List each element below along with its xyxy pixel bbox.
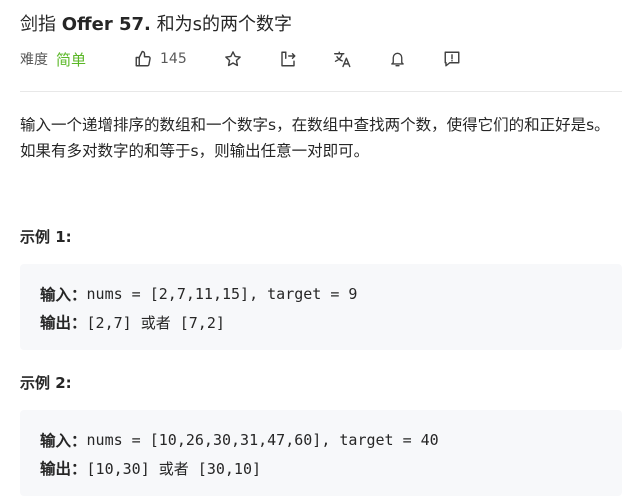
- problem-description: 输入一个递增排序的数组和一个数字s，在数组中查找两个数，使得它们的和正好是s。如…: [20, 116, 610, 160]
- example-2-input-line: 输入： nums = [10,26,30,31,47,60], target = …: [40, 426, 439, 454]
- example-2-output-label: 输出：: [40, 460, 87, 478]
- example-2-block: 输入： nums = [10,26,30,31,47,60], target = …: [20, 410, 622, 496]
- feedback-button[interactable]: [443, 46, 461, 72]
- header-divider: [20, 91, 622, 92]
- example-1-heading: 示例 1:: [20, 228, 72, 246]
- like-count: 145: [160, 51, 187, 67]
- like-button[interactable]: 145: [134, 46, 187, 72]
- favorite-button[interactable]: [224, 46, 242, 72]
- problem-title: 剑指 Offer 57. 和为s的两个数字: [20, 10, 292, 36]
- title-prefix: 剑指: [20, 14, 62, 35]
- difficulty-badge: 简单: [56, 50, 87, 69]
- example-1-input-line: 输入： nums = [2,7,11,15], target = 9: [40, 280, 357, 308]
- translate-icon: [334, 51, 351, 68]
- title-name: 和为s的两个数字: [150, 14, 292, 35]
- example-2-output-line: 输出： [10,30] 或者 [30,10]: [40, 454, 261, 482]
- translate-button[interactable]: [333, 46, 353, 72]
- star-icon: [225, 51, 241, 67]
- bell-icon: [391, 52, 404, 67]
- problem-page: 剑指 Offer 57. 和为s的两个数字 难度 简单 145 输入一个递增排序…: [0, 0, 644, 504]
- example-1-block: 输入： nums = [2,7,11,15], target = 9 输出： [2,…: [20, 264, 622, 350]
- example-1-output-line: 输出： [2,7] 或者 [7,2]: [40, 308, 225, 336]
- example-2-heading: 示例 2:: [20, 374, 72, 392]
- thumbs-up-icon: [135, 50, 151, 67]
- notification-button[interactable]: [389, 46, 406, 72]
- title-offer-number: Offer 57.: [61, 14, 151, 35]
- difficulty-row: 难度 简单: [20, 46, 86, 72]
- example-2-input-value: nums = [10,26,30,31,47,60], target = 40: [86, 431, 439, 449]
- example-1-output-value: [2,7] 或者 [7,2]: [86, 313, 225, 332]
- feedback-icon: [444, 51, 460, 67]
- example-1-output-label: 输出：: [40, 314, 87, 332]
- example-1-input-label: 输入：: [40, 286, 87, 304]
- share-icon: [281, 51, 296, 67]
- example-2-input-label: 输入：: [40, 432, 87, 450]
- difficulty-label: 难度: [20, 52, 48, 68]
- example-2-output-value: [10,30] 或者 [30,10]: [86, 459, 262, 478]
- example-1-input-value: nums = [2,7,11,15], target = 9: [86, 285, 358, 303]
- share-button[interactable]: [279, 46, 297, 72]
